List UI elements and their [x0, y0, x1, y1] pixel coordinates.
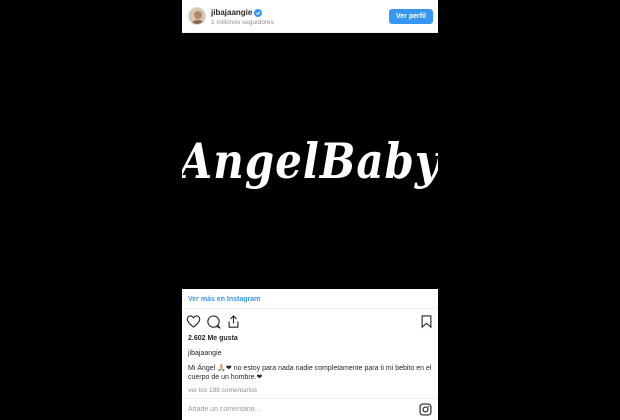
share-icon[interactable]	[226, 314, 241, 329]
caption-text: Mi Ángel 🙏🏼❤ no estoy para nada nadie co…	[188, 365, 432, 381]
followers-count: 1 millones seguidores	[211, 19, 274, 26]
instagram-logo-icon[interactable]	[419, 403, 432, 416]
header-username[interactable]: jibajaangie	[211, 8, 252, 17]
divider	[182, 308, 438, 309]
caption-username[interactable]: jibajaangie	[188, 350, 221, 357]
post-header: jibajaangie 1 millones seguidores Ver pe…	[182, 0, 438, 33]
verified-badge-icon	[254, 8, 263, 17]
view-more-link[interactable]: Ver más en Instagram	[188, 296, 260, 303]
avatar-icon	[189, 8, 205, 24]
post-image[interactable]: AngelBaby	[182, 33, 438, 289]
instagram-embed: jibajaangie 1 millones seguidores Ver pe…	[182, 0, 438, 420]
bookmark-icon[interactable]	[419, 314, 434, 329]
comment-input[interactable]	[188, 403, 388, 415]
divider	[182, 398, 438, 399]
view-comments-link[interactable]: ver los 199 comentarios	[188, 387, 257, 394]
header-username-wrap[interactable]: jibajaangie	[211, 8, 263, 17]
post-image-text: AngelBaby	[182, 132, 438, 190]
comment-icon[interactable]	[206, 314, 221, 329]
avatar[interactable]	[188, 7, 206, 25]
like-count[interactable]: 2.602 Me gusta	[188, 335, 238, 342]
action-bar	[186, 314, 434, 330]
view-profile-button[interactable]: Ver perfil	[389, 9, 433, 24]
heart-icon[interactable]	[186, 314, 201, 329]
